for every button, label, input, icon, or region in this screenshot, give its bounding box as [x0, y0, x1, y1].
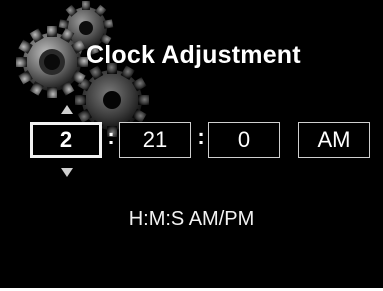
- arrow-down-icon[interactable]: [61, 168, 73, 177]
- page-title: Clock Adjustment: [86, 41, 301, 69]
- time-separator: :: [107, 124, 115, 149]
- hours-field[interactable]: 2: [30, 122, 102, 158]
- format-hint: H:M:S AM/PM: [128, 208, 255, 230]
- period-field[interactable]: AM: [298, 122, 370, 158]
- minutes-field[interactable]: 21: [119, 122, 191, 158]
- time-separator: :: [197, 124, 205, 149]
- arrow-up-icon[interactable]: [61, 105, 73, 114]
- clock-adjustment-screen: Clock Adjustment 2 : 21 : 0 AM H:M:S AM/…: [0, 0, 383, 288]
- seconds-field[interactable]: 0: [208, 122, 280, 158]
